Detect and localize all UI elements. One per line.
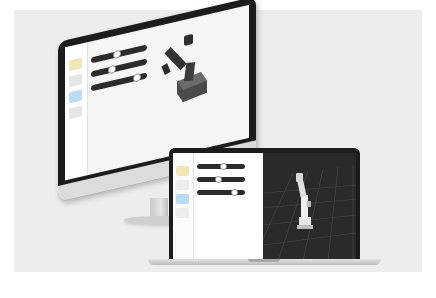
settings-icon[interactable]	[69, 105, 82, 120]
robot-arm-icon[interactable]	[69, 57, 82, 72]
slider-handle[interactable]	[215, 176, 223, 183]
joint-icon[interactable]	[176, 180, 189, 190]
target-icon[interactable]	[176, 194, 189, 204]
viewport-grid	[252, 165, 356, 261]
laptop-slider-2[interactable]	[197, 176, 245, 183]
slider-handle[interactable]	[107, 64, 116, 75]
laptop-app-panel	[173, 153, 263, 261]
target-icon[interactable]	[69, 89, 82, 104]
slider-handle[interactable]	[133, 72, 142, 83]
laptop-app-sidebar	[173, 153, 194, 261]
joint-icon[interactable]	[69, 73, 82, 88]
laptop-lid	[169, 148, 360, 261]
slider-handle[interactable]	[230, 189, 238, 196]
laptop-screen	[173, 153, 356, 261]
robot-arm-model	[161, 34, 207, 103]
robot-arm-icon[interactable]	[176, 166, 189, 176]
laptop-slider-1[interactable]	[197, 163, 245, 170]
slider-handle[interactable]	[112, 49, 121, 60]
slider-handle[interactable]	[219, 163, 227, 170]
laptop-slider-3[interactable]	[197, 189, 245, 196]
settings-icon[interactable]	[176, 208, 189, 218]
laptop-opening-notch	[248, 259, 280, 262]
monitor-app-sidebar	[65, 42, 88, 181]
3d-viewport[interactable]	[252, 153, 356, 261]
